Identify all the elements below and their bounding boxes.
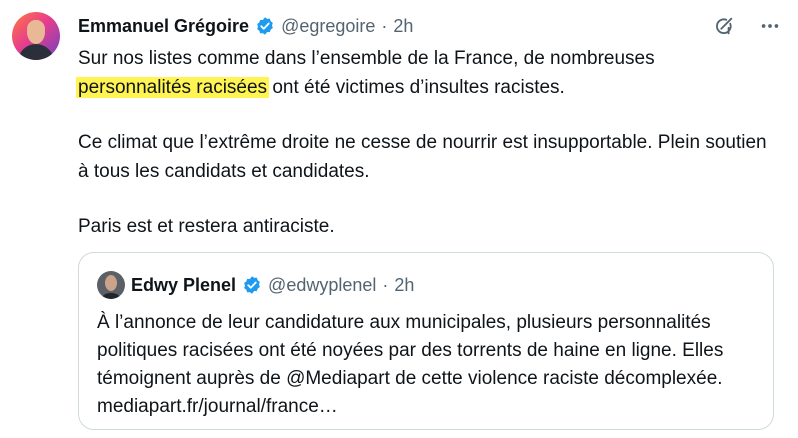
meta-separator: · xyxy=(382,274,389,295)
tweet-text-part: ont été victimes d’insultes racistes. xyxy=(267,77,565,98)
author-avatar[interactable] xyxy=(12,12,60,60)
tweet-paragraph-3: Paris est et restera antiraciste. xyxy=(78,216,335,237)
verified-badge-icon xyxy=(255,16,275,36)
author-handle[interactable]: @egregoire xyxy=(281,16,375,37)
verified-badge-icon xyxy=(242,275,262,295)
tweet-text-part: Sur nos listes comme dans l’ensemble de … xyxy=(78,48,655,69)
tweet-time[interactable]: 2h xyxy=(393,16,413,37)
quoted-tweet-time: 2h xyxy=(394,274,415,295)
quoted-avatar-body xyxy=(100,293,122,299)
tweet-actions-top xyxy=(712,14,782,38)
tweet-header: Emmanuel Grégoire @egregoire · 2h xyxy=(78,14,413,38)
avatar-face xyxy=(27,20,45,44)
author-name[interactable]: Emmanuel Grégoire xyxy=(78,16,249,37)
tweet-paragraph-2: Ce climat que l’extrême droite ne cesse … xyxy=(78,132,767,182)
quoted-author-avatar xyxy=(97,271,125,299)
quoted-tweet-header: Edwy Plenel @edwyplenel · 2h xyxy=(97,271,414,299)
more-icon[interactable] xyxy=(758,14,782,38)
meta-separator: · xyxy=(381,15,388,36)
tweet-paragraph-1: Sur nos listes comme dans l’ensemble de … xyxy=(76,44,768,102)
quoted-avatar-face xyxy=(105,275,117,291)
quoted-tweet-card[interactable]: Edwy Plenel @edwyplenel · 2h À l’annonce… xyxy=(78,252,774,430)
tweet-text: Sur nos listes comme dans l’ensemble de … xyxy=(76,44,768,241)
highlighted-phrase: personnalités racisées xyxy=(76,77,270,98)
quoted-author-handle: @edwyplenel xyxy=(268,274,377,295)
quoted-tweet-text: À l’annonce de leur candidature aux muni… xyxy=(97,312,724,417)
quoted-author-name: Edwy Plenel xyxy=(131,274,237,295)
avatar-shirt xyxy=(18,44,54,60)
grok-icon[interactable] xyxy=(712,14,736,38)
